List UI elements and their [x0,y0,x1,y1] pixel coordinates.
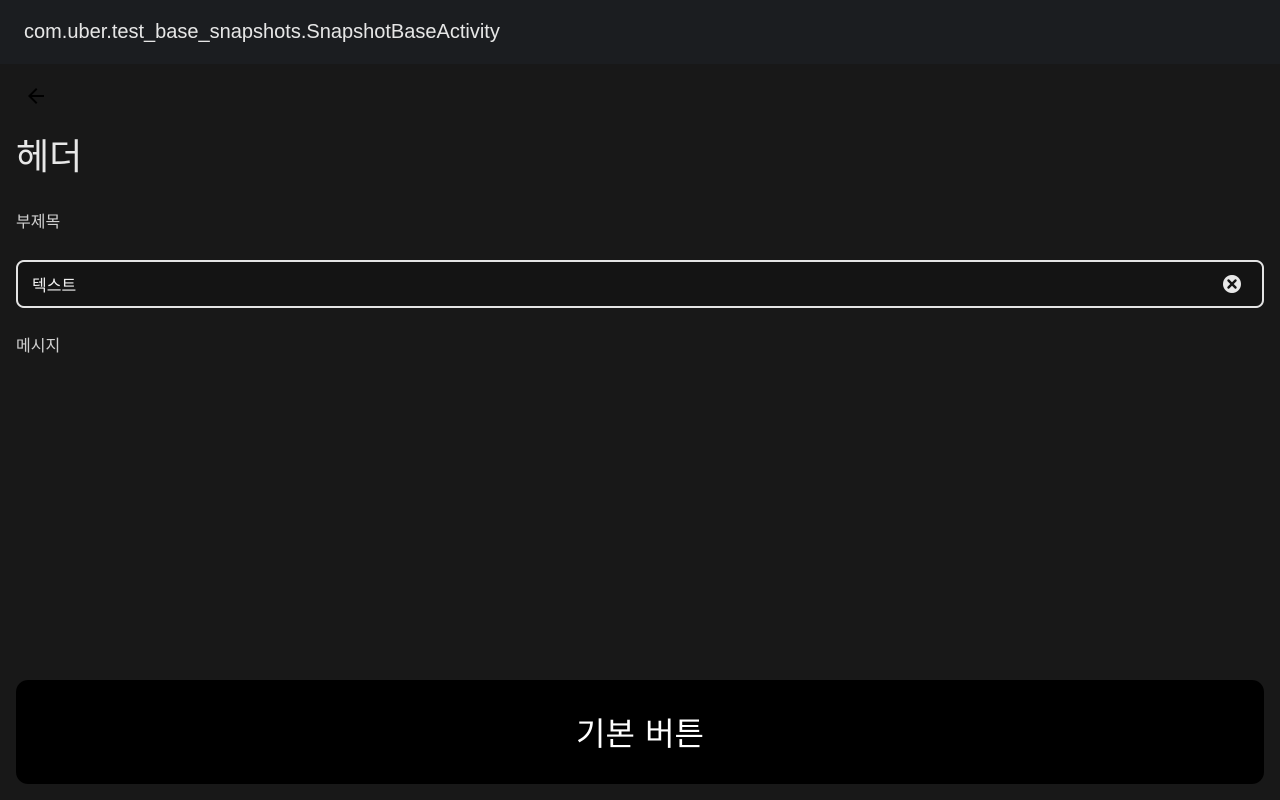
text-field[interactable] [16,260,1264,308]
page-title: 헤더 [16,137,83,178]
clear-button[interactable] [1220,272,1244,296]
clear-circle-icon [1223,275,1241,293]
screen-content: 헤더 부제목 메시지 기본 버튼 [0,64,1280,800]
back-button[interactable] [16,78,56,114]
app-bar-title: com.uber.test_base_snapshots.SnapshotBas… [24,20,500,43]
app-bar: com.uber.test_base_snapshots.SnapshotBas… [0,0,1280,64]
message-text: 메시지 [16,336,61,355]
text-input[interactable] [18,262,1262,306]
page-subtitle: 부제목 [16,212,61,231]
primary-button[interactable]: 기본 버튼 [16,680,1264,784]
arrow-left-icon [28,88,44,104]
